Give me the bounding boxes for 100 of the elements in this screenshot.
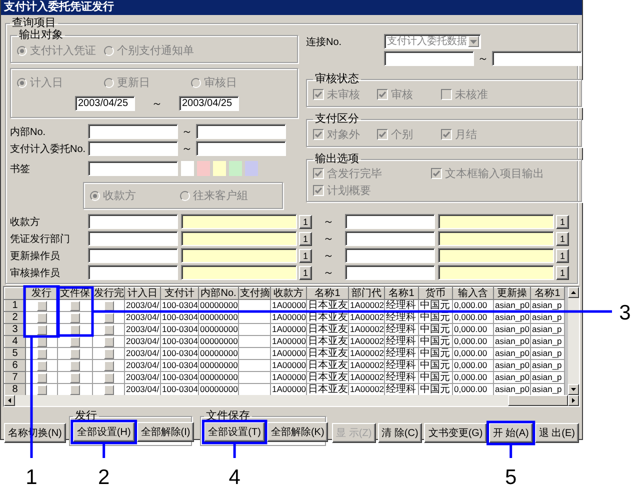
checkbox[interactable] — [36, 324, 46, 335]
checkbox[interactable] — [104, 360, 114, 371]
checkbox[interactable] — [70, 360, 80, 371]
action-button[interactable]: 退 出(E) — [534, 423, 579, 443]
horizontal-scrollbar[interactable] — [4, 395, 579, 406]
color-swatch[interactable] — [181, 161, 194, 176]
checkbox[interactable] — [36, 300, 46, 311]
lookup-button[interactable]: 1 — [299, 232, 312, 246]
column-header[interactable]: 支付计 — [160, 288, 198, 300]
checkbox[interactable] — [36, 348, 46, 359]
lookup-button[interactable]: 1 — [556, 214, 569, 228]
text-field[interactable] — [345, 265, 435, 280]
action-button[interactable]: 文书变更(G) — [424, 423, 487, 443]
column-header[interactable]: 名称1 — [306, 288, 348, 300]
color-swatch[interactable] — [197, 161, 210, 176]
callout-number: 1 — [26, 466, 38, 489]
text-field[interactable] — [88, 124, 178, 139]
lookup-button[interactable]: 1 — [299, 266, 312, 280]
color-swatch[interactable] — [229, 161, 242, 176]
checkbox[interactable] — [104, 336, 114, 347]
arrow-up-icon[interactable] — [568, 287, 579, 298]
range-separator: ～ — [323, 233, 334, 245]
text-field[interactable] — [88, 248, 178, 263]
field-label: 连接No. — [306, 36, 342, 48]
checkbox[interactable] — [70, 312, 80, 323]
lookup-button[interactable]: 1 — [556, 248, 569, 262]
checkbox[interactable] — [36, 384, 46, 395]
column-header[interactable]: 收款方 — [270, 288, 306, 300]
checkbox[interactable] — [36, 360, 46, 371]
text-field[interactable] — [492, 51, 582, 66]
name-field[interactable] — [181, 248, 297, 263]
group-button[interactable]: 全部解除(K) — [266, 422, 328, 442]
range-separator: ～ — [182, 126, 192, 138]
checkbox[interactable] — [70, 372, 80, 383]
checkbox[interactable] — [70, 336, 80, 347]
checkbox[interactable] — [70, 300, 80, 311]
row-header[interactable]: 7 — [4, 372, 26, 384]
date-field[interactable]: 2003/04/25 — [75, 96, 135, 111]
date-field[interactable]: 2003/04/25 — [179, 96, 239, 111]
scrollbar-thumb[interactable] — [508, 395, 568, 406]
arrow-down-icon[interactable] — [568, 384, 579, 395]
action-button[interactable]: 开 始(A) — [488, 423, 533, 443]
color-swatch[interactable] — [213, 161, 226, 176]
lookup-button[interactable]: 1 — [556, 266, 569, 280]
column-header[interactable]: 名称1 — [384, 288, 418, 300]
checkbox[interactable] — [70, 324, 80, 335]
column-header[interactable]: 货币 — [418, 288, 452, 300]
row-header[interactable]: 4 — [4, 336, 26, 348]
name-field[interactable] — [181, 265, 297, 280]
text-field[interactable] — [384, 51, 474, 66]
text-field[interactable] — [345, 248, 435, 263]
action-button[interactable]: 清 除(C) — [378, 423, 422, 443]
name-field[interactable] — [438, 248, 554, 263]
vertical-scrollbar[interactable] — [568, 287, 579, 395]
checkbox[interactable] — [70, 348, 80, 359]
checkbox[interactable] — [104, 300, 114, 311]
row-header[interactable]: 8 — [4, 384, 26, 395]
lookup-button[interactable]: 1 — [299, 248, 312, 262]
group-button[interactable]: 全部设置(T) — [204, 422, 265, 442]
text-field[interactable] — [88, 161, 178, 176]
text-field[interactable] — [88, 141, 178, 156]
text-field[interactable] — [196, 124, 286, 139]
column-header[interactable]: 计入日 — [124, 288, 160, 300]
group-button[interactable]: 全部解除(I) — [136, 422, 194, 442]
text-field[interactable] — [88, 265, 178, 280]
group-title: 查询项目 — [12, 17, 56, 29]
column-header[interactable]: 输入含 — [452, 288, 494, 300]
text-field[interactable] — [88, 231, 178, 246]
name-field[interactable] — [438, 214, 554, 229]
row-header[interactable]: 5 — [4, 348, 26, 360]
name-field[interactable] — [181, 214, 297, 229]
checkbox[interactable] — [36, 372, 46, 383]
checkbox[interactable] — [70, 384, 80, 395]
text-field[interactable] — [196, 141, 286, 156]
column-header[interactable]: 内部No. — [198, 288, 238, 300]
checkbox[interactable] — [104, 384, 114, 395]
lookup-button[interactable]: 1 — [299, 214, 312, 228]
range-separator: ～ — [152, 98, 162, 110]
checkbox[interactable] — [104, 312, 114, 323]
name-field[interactable] — [181, 231, 297, 246]
text-field[interactable] — [345, 214, 435, 229]
checkbox[interactable] — [104, 348, 114, 359]
checkbox[interactable] — [36, 312, 46, 323]
column-header[interactable]: 更新操 — [494, 288, 530, 300]
group-button[interactable]: 全部设置(H) — [72, 422, 135, 442]
color-swatch[interactable] — [245, 161, 258, 176]
name-field[interactable] — [438, 231, 554, 246]
name-field[interactable] — [438, 265, 554, 280]
column-header[interactable]: 支付摘 — [238, 288, 270, 300]
arrow-left-icon[interactable] — [4, 395, 15, 406]
column-header[interactable]: 发行完 — [92, 288, 124, 300]
column-header[interactable]: 名称1 — [530, 288, 564, 300]
checkbox[interactable] — [104, 324, 114, 335]
lookup-button[interactable]: 1 — [556, 232, 569, 246]
column-header[interactable]: 部门代 — [348, 288, 384, 300]
row-header[interactable]: 6 — [4, 360, 26, 372]
arrow-right-icon[interactable] — [568, 395, 579, 406]
text-field[interactable] — [345, 231, 435, 246]
text-field[interactable] — [88, 214, 178, 229]
checkbox[interactable] — [104, 372, 114, 383]
